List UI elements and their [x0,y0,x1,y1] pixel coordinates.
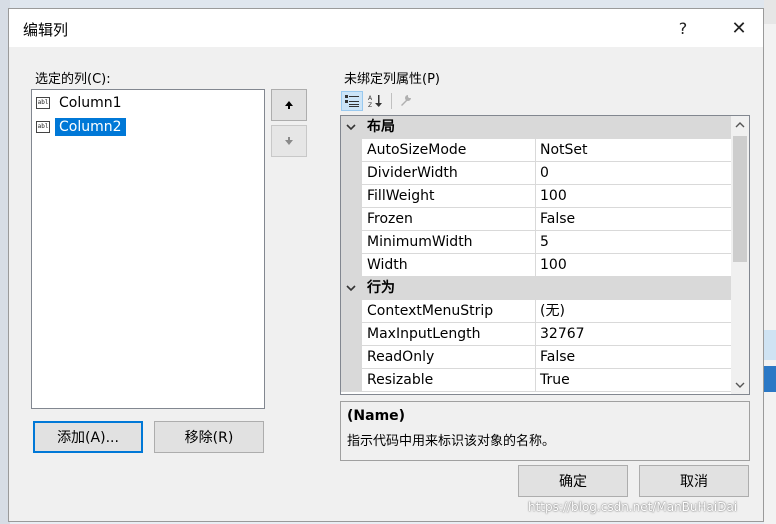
scroll-down-button[interactable] [731,376,749,394]
description-text: 指示代码中用来标识该对象的名称。 [347,434,556,449]
unbound-column-properties-label: 未绑定列属性(P) [344,72,440,87]
property-name: AutoSizeMode [362,139,536,162]
wrench-icon [401,95,411,106]
category-row-behavior[interactable]: 行为 [341,277,731,300]
chevron-up-icon [735,122,745,128]
property-name: MaxInputLength [362,323,536,346]
chevron-down-icon[interactable] [346,122,356,132]
property-name: FillWeight [362,185,536,208]
close-icon: ✕ [731,17,747,39]
property-row[interactable]: Frozen False [341,208,731,231]
property-value[interactable]: 100 [536,254,731,277]
property-value[interactable]: 5 [536,231,731,254]
property-value[interactable]: (无) [536,300,731,323]
description-title: (Name) [347,408,406,424]
property-row[interactable]: ContextMenuStrip (无) [341,300,731,323]
close-button[interactable]: ✕ [719,13,759,43]
arrow-down-icon [285,137,293,145]
property-value[interactable]: False [536,208,731,231]
chevron-down-icon [735,382,745,388]
property-value[interactable]: NotSet [536,139,731,162]
move-down-button[interactable] [271,125,307,157]
edit-columns-dialog: 编辑列 ? ✕ 选定的列(C): abl Column1 abl Column2… [8,8,764,522]
dialog-title: 编辑列 [23,21,69,39]
property-name: ReadOnly [362,346,536,369]
property-pages-button[interactable] [395,91,417,111]
ok-button[interactable]: 确定 [518,465,628,497]
property-grid[interactable]: 布局 AutoSizeMode NotSet DividerWidth 0 Fi… [340,115,750,395]
selected-columns-list[interactable]: abl Column1 abl Column2 [31,89,265,409]
categorized-icon [345,95,359,107]
cancel-button[interactable]: 取消 [639,465,749,497]
row-gutter [341,208,362,231]
row-gutter [341,185,362,208]
property-row[interactable]: Width 100 [341,254,731,277]
text-column-icon: abl [36,121,50,133]
categorized-view-button[interactable] [341,91,363,111]
text-column-icon: abl [36,97,50,109]
remove-button[interactable]: 移除(R) [154,421,264,453]
property-value[interactable]: 32767 [536,323,731,346]
list-item-label: Column1 [59,95,122,111]
property-row[interactable]: AutoSizeMode NotSet [341,139,731,162]
property-grid-scrollbar[interactable] [731,116,749,394]
property-name: MinimumWidth [362,231,536,254]
row-gutter [341,300,362,323]
row-gutter [341,139,362,162]
property-row[interactable]: DividerWidth 0 [341,162,731,185]
property-row[interactable]: MaxInputLength 32767 [341,323,731,346]
property-description-panel: (Name) 指示代码中用来标识该对象的名称。 [340,401,750,461]
property-name: Width [362,254,536,277]
alphabetical-view-button[interactable]: A Z [365,91,387,111]
property-value[interactable]: True [536,369,731,392]
list-item-label: Column2 [55,118,126,136]
property-row[interactable]: MinimumWidth 5 [341,231,731,254]
row-gutter [341,369,362,392]
property-name: ContextMenuStrip [362,300,536,323]
property-name: Frozen [362,208,536,231]
sort-az-icon: A Z [368,95,382,108]
background-window-right [764,0,776,524]
row-gutter [341,254,362,277]
help-icon: ? [678,18,688,38]
row-gutter [341,346,362,369]
svg-text:A: A [368,95,373,102]
background-window-top [0,0,776,8]
property-value[interactable]: 100 [536,185,731,208]
row-gutter [341,323,362,346]
chevron-down-icon[interactable] [346,283,356,293]
property-row[interactable]: ReadOnly False [341,346,731,369]
add-button[interactable]: 添加(A)... [33,421,143,453]
watermark: https://blog.csdn.net/ManBuHaiDai [528,500,738,514]
selected-columns-label: 选定的列(C): [35,72,111,87]
scrollbar-thumb[interactable] [733,136,747,262]
svg-text:Z: Z [368,102,372,108]
arrow-up-icon [285,101,293,109]
toolbar-separator [391,93,392,109]
list-item-column1[interactable]: abl Column1 [36,93,126,113]
category-row-layout[interactable]: 布局 [341,116,731,139]
scroll-up-button[interactable] [731,116,749,134]
row-gutter [341,231,362,254]
property-row[interactable]: FillWeight 100 [341,185,731,208]
list-item-column2[interactable]: abl Column2 [36,117,126,137]
property-value[interactable]: False [536,346,731,369]
category-title: 布局 [367,119,395,135]
property-name: DividerWidth [362,162,536,185]
category-title: 行为 [367,280,395,296]
property-row[interactable]: Resizable True [341,369,731,392]
property-value[interactable]: 0 [536,162,731,185]
row-gutter [341,162,362,185]
move-up-button[interactable] [271,89,307,121]
title-bar: 编辑列 ? ✕ [9,9,763,47]
help-button[interactable]: ? [663,13,703,43]
property-name: Resizable [362,369,536,392]
